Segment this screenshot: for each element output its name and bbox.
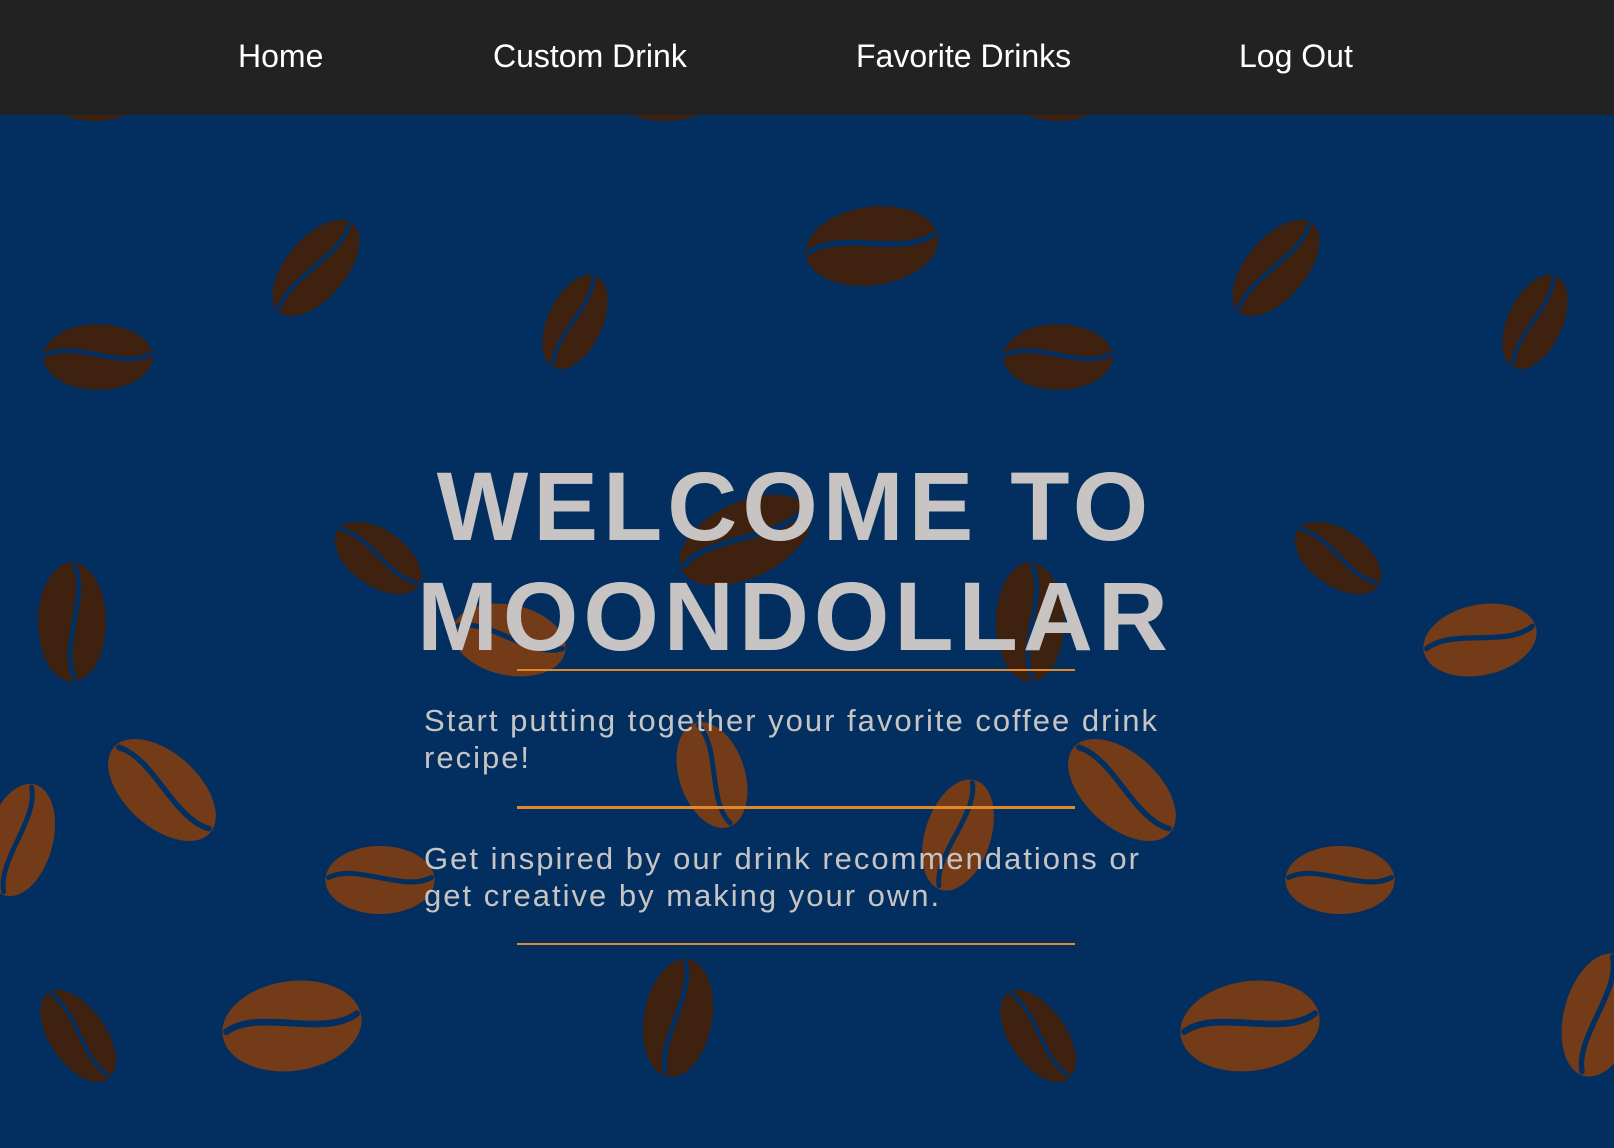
intro-text: Start putting together your favorite cof…	[424, 703, 1160, 775]
divider-line	[517, 806, 1075, 809]
nav-link-log-out[interactable]: Log Out	[1239, 36, 1353, 76]
top-navigation-bar: Home Custom Drink Favorite Drinks Log Ou…	[0, 0, 1614, 115]
nav-link-home[interactable]: Home	[238, 36, 323, 76]
nav-link-favorite-drinks[interactable]: Favorite Drinks	[856, 36, 1071, 76]
inspiration-text: Get inspired by our drink recommendation…	[424, 841, 1141, 913]
divider-line	[517, 669, 1075, 671]
hero-section: WELCOME TO MOONDOLLAR Start putting toge…	[0, 0, 1614, 1148]
page-title-line-1: WELCOME TO	[436, 452, 1154, 561]
divider-line	[517, 943, 1075, 945]
page-title: WELCOME TO MOONDOLLAR	[400, 452, 1190, 672]
nav-link-custom-drink[interactable]: Custom Drink	[493, 36, 687, 76]
page-title-line-2: MOONDOLLAR	[417, 562, 1173, 671]
